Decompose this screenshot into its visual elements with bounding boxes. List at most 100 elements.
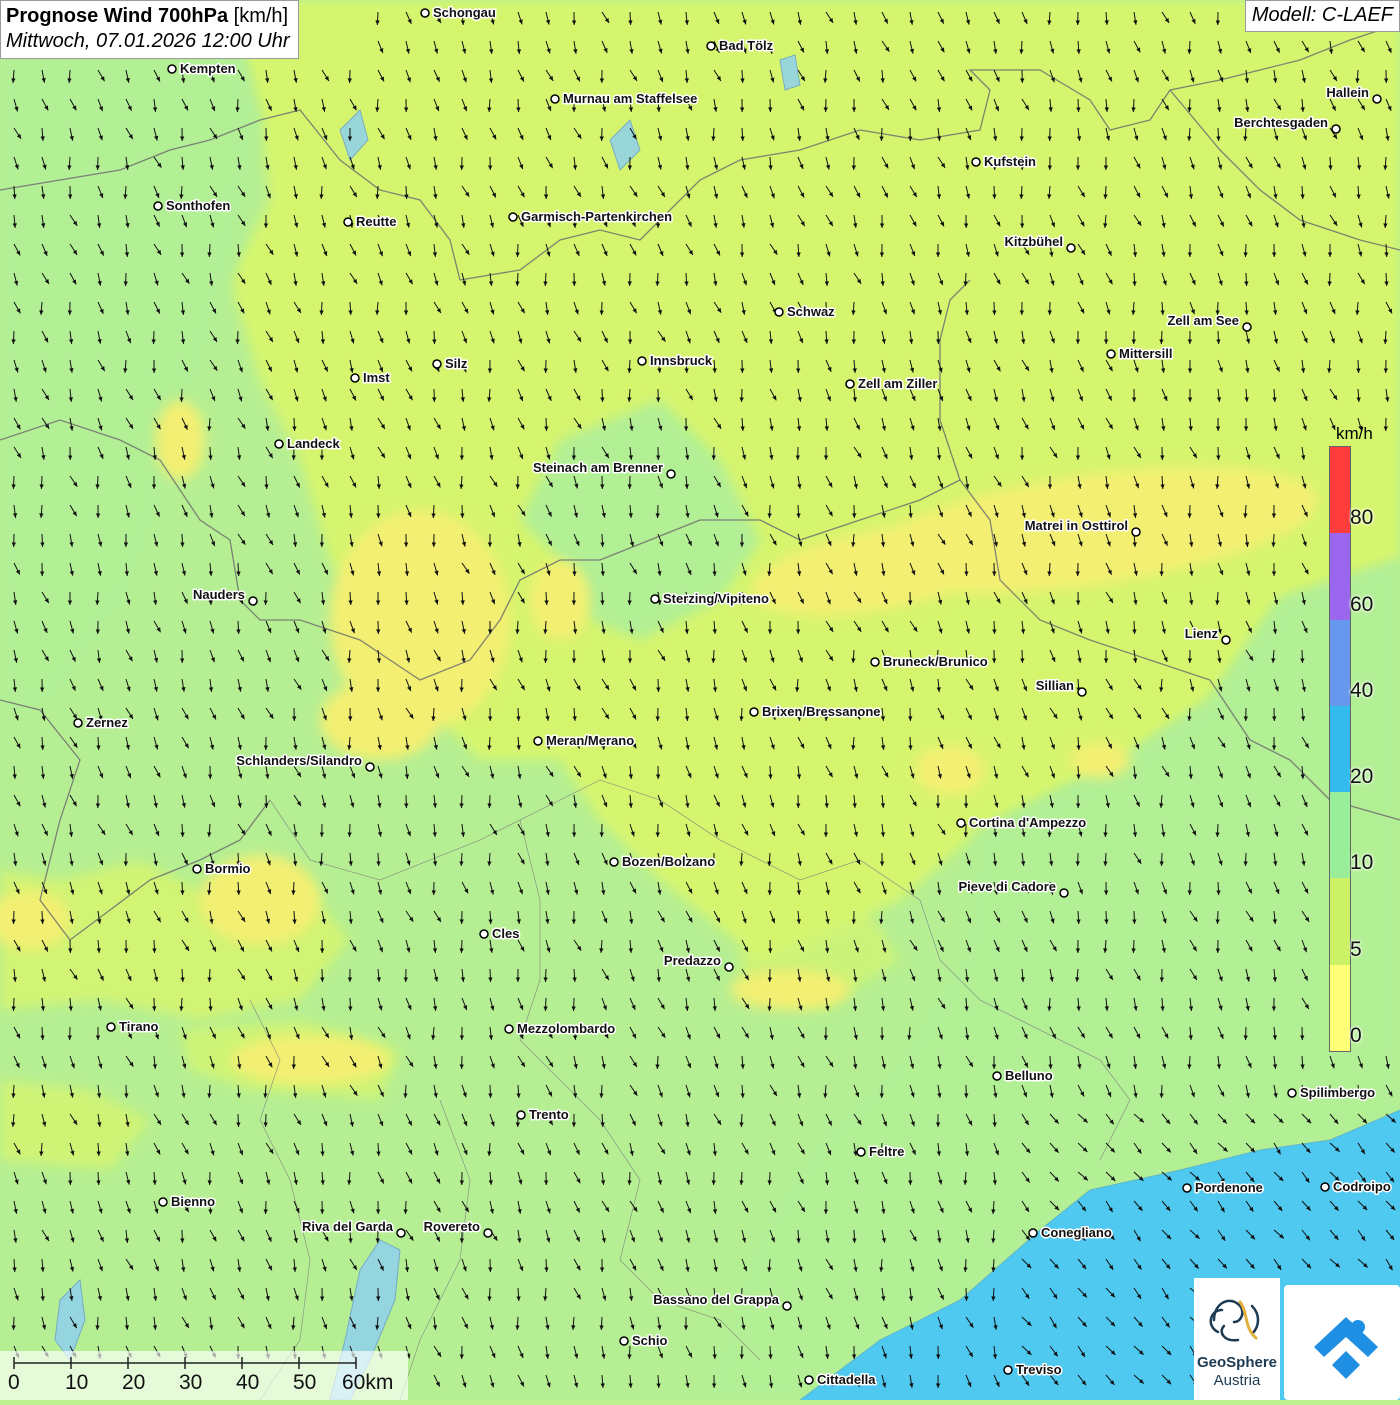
city-dot bbox=[74, 719, 82, 727]
legend-swatch bbox=[1330, 878, 1350, 964]
legend-label: 20 bbox=[1350, 765, 1373, 789]
city-dot bbox=[1332, 125, 1340, 133]
city-label: Trento bbox=[529, 1107, 569, 1122]
scale-label: 40 bbox=[236, 1371, 259, 1395]
city-dot bbox=[107, 1023, 115, 1031]
city-label: Codroipo bbox=[1333, 1179, 1391, 1194]
app-logo-icon bbox=[1284, 1285, 1400, 1400]
city-dot bbox=[1029, 1229, 1037, 1237]
city-label: Steinach am Brenner bbox=[533, 460, 663, 475]
scale-label: 20 bbox=[122, 1371, 145, 1395]
city-dot bbox=[534, 737, 542, 745]
city-label: Bozen/Bolzano bbox=[622, 854, 715, 869]
legend-label: 60 bbox=[1350, 593, 1373, 617]
legend-color-bar bbox=[1329, 446, 1351, 1052]
city-label: Cles bbox=[492, 926, 519, 941]
city-marker: Murnau am Staffelsee bbox=[551, 91, 697, 106]
geosphere-logo: GeoSphere Austria bbox=[1194, 1278, 1280, 1400]
city-dot bbox=[1004, 1366, 1012, 1374]
scale-label: 50 bbox=[293, 1371, 316, 1395]
city-dot bbox=[871, 658, 879, 666]
city-dot bbox=[433, 360, 441, 368]
city-label: Belluno bbox=[1005, 1068, 1053, 1083]
color-legend: km/h 806040201050 bbox=[1326, 420, 1386, 1050]
scale-bar: 0102030405060km bbox=[0, 1351, 408, 1400]
city-label: Bormio bbox=[205, 861, 251, 876]
city-dot bbox=[725, 963, 733, 971]
city-label: Berchtesgaden bbox=[1234, 115, 1328, 130]
city-label: Bassano del Grappa bbox=[653, 1292, 779, 1307]
city-label: Conegliano bbox=[1041, 1225, 1112, 1240]
geosphere-logo-icon bbox=[1194, 1282, 1280, 1358]
geosphere-logo-line1: GeoSphere bbox=[1194, 1354, 1280, 1371]
city-dot bbox=[505, 1025, 513, 1033]
city-marker: Zell am Ziller bbox=[846, 376, 937, 391]
city-marker: Cortina d'Ampezzo bbox=[957, 815, 1086, 830]
map-title: Prognose Wind 700hPa [km/h] bbox=[6, 4, 290, 29]
city-dot bbox=[750, 708, 758, 716]
legend-label: 10 bbox=[1350, 851, 1373, 875]
city-label: Innsbruck bbox=[650, 353, 713, 368]
city-label: Kitzbühel bbox=[1005, 234, 1064, 249]
city-dot bbox=[484, 1229, 492, 1237]
city-marker: Garmisch-Partenkirchen bbox=[509, 209, 672, 224]
city-label: Zell am See bbox=[1167, 313, 1239, 328]
city-dot bbox=[707, 42, 715, 50]
city-dot bbox=[551, 95, 559, 103]
city-dot bbox=[610, 858, 618, 866]
map-title-main: Prognose Wind 700hPa bbox=[6, 5, 228, 27]
city-label: Schwaz bbox=[787, 304, 835, 319]
city-label: Cortina d'Ampezzo bbox=[969, 815, 1086, 830]
city-dot bbox=[1222, 636, 1230, 644]
city-dot bbox=[1373, 95, 1381, 103]
city-marker: Bozen/Bolzano bbox=[610, 854, 715, 869]
city-dot bbox=[480, 930, 488, 938]
legend-swatch bbox=[1330, 533, 1350, 619]
city-dot bbox=[397, 1229, 405, 1237]
city-label: Riva del Garda bbox=[302, 1219, 394, 1234]
city-marker: Sonthofen bbox=[154, 198, 230, 213]
city-dot bbox=[159, 1198, 167, 1206]
city-dot bbox=[1321, 1183, 1329, 1191]
city-dot bbox=[972, 158, 980, 166]
city-dot bbox=[421, 9, 429, 17]
scale-label: 60km bbox=[342, 1371, 393, 1395]
city-marker: Innsbruck bbox=[638, 353, 713, 368]
city-label: Kufstein bbox=[984, 154, 1036, 169]
city-dot bbox=[620, 1337, 628, 1345]
city-label: Zell am Ziller bbox=[858, 376, 937, 391]
city-marker: Spilimbergo bbox=[1288, 1085, 1375, 1100]
scale-label: 30 bbox=[179, 1371, 202, 1395]
city-label: Landeck bbox=[287, 436, 341, 451]
city-label: Nauders bbox=[193, 587, 245, 602]
legend-label: 0 bbox=[1350, 1024, 1362, 1048]
city-label: Lienz bbox=[1185, 626, 1219, 641]
city-label: Meran/Merano bbox=[546, 733, 634, 748]
city-marker: Brixen/Bressanone bbox=[750, 704, 881, 719]
city-label: Sonthofen bbox=[166, 198, 230, 213]
map-title-unit: [km/h] bbox=[234, 5, 288, 27]
city-label: Bad Tölz bbox=[719, 38, 774, 53]
legend-label: 40 bbox=[1350, 679, 1373, 703]
model-label: Modell: C-LAEF bbox=[1245, 0, 1400, 32]
city-marker: Mezzolombardo bbox=[505, 1021, 615, 1036]
city-label: Predazzo bbox=[664, 953, 721, 968]
city-label: Sterzing/Vipiteno bbox=[663, 591, 769, 606]
city-dot bbox=[1060, 889, 1068, 897]
city-label: Feltre bbox=[869, 1144, 904, 1159]
legend-swatch bbox=[1330, 620, 1350, 706]
legend-label: 5 bbox=[1350, 938, 1362, 962]
city-dot bbox=[805, 1376, 813, 1384]
scale-label: 0 bbox=[8, 1371, 20, 1395]
city-label: Sillian bbox=[1036, 678, 1074, 693]
city-dot bbox=[193, 865, 201, 873]
geosphere-logo-line2: Austria bbox=[1194, 1372, 1280, 1389]
city-dot bbox=[775, 308, 783, 316]
city-label: Murnau am Staffelsee bbox=[563, 91, 697, 106]
city-label: Imst bbox=[363, 370, 390, 385]
city-label: Bienno bbox=[171, 1194, 215, 1209]
city-label: Zernez bbox=[86, 715, 128, 730]
legend-label: 80 bbox=[1350, 506, 1373, 530]
city-dot bbox=[517, 1111, 525, 1119]
wind-map: SchongauBad TölzKemptenMurnau am Staffel… bbox=[0, 0, 1400, 1400]
